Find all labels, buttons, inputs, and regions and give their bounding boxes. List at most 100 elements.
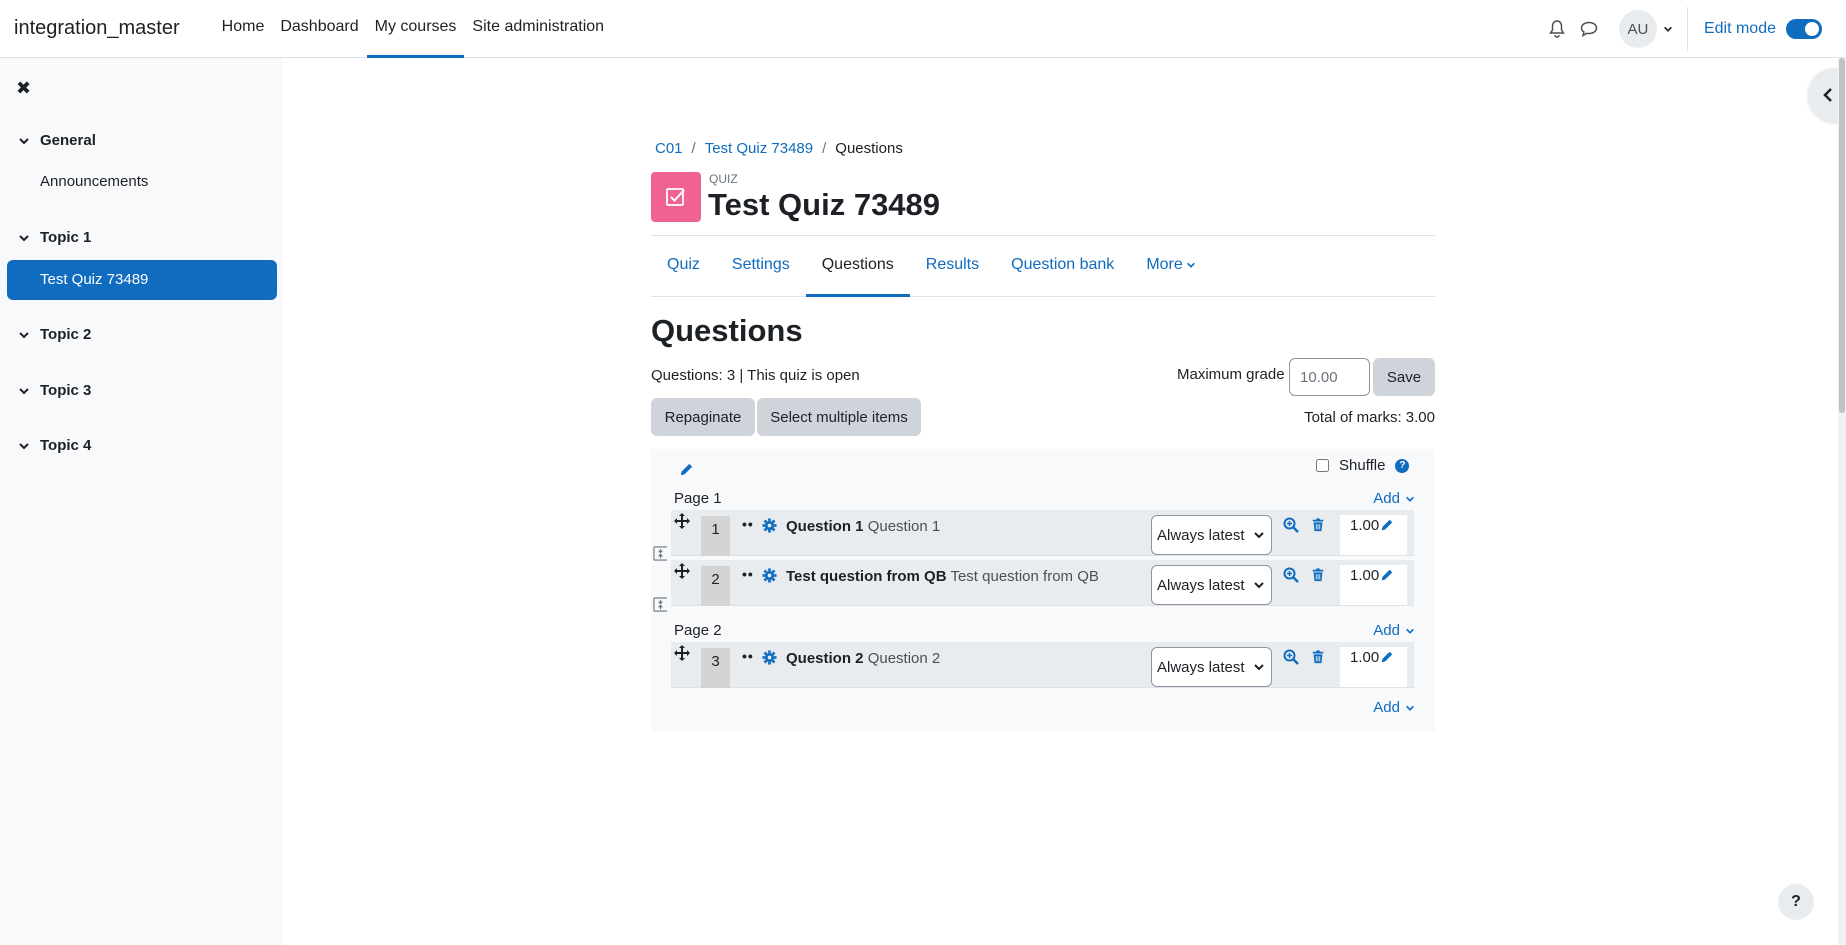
preview-icon[interactable] (1283, 649, 1299, 665)
trash-icon[interactable] (1311, 567, 1325, 583)
navbar-divider (1686, 7, 1688, 51)
gear-icon[interactable] (762, 650, 777, 665)
move-icon[interactable] (674, 563, 690, 579)
question-type-icon: •• (742, 566, 754, 582)
drawer-item-announcements[interactable]: Announcements (40, 173, 148, 190)
help-button[interactable]: ? (1778, 884, 1814, 920)
chevron-down-icon (1253, 529, 1265, 541)
section-label: Topic 1 (40, 229, 92, 246)
add-menu[interactable]: Add (1373, 622, 1415, 639)
trash-icon[interactable] (1311, 517, 1325, 533)
top-navbar: integration_master Home Dashboard My cou… (0, 0, 1846, 58)
chevron-down-icon (1405, 494, 1415, 504)
question-text: Question 2 (867, 650, 941, 667)
select-multiple-button[interactable]: Select multiple items (757, 398, 921, 436)
chevron-down-icon[interactable] (1663, 24, 1673, 34)
repaginate-icon[interactable] (653, 597, 668, 612)
question-name[interactable]: Question 1 Question 1 (786, 518, 940, 535)
shuffle-checkbox[interactable] (1316, 459, 1329, 472)
edit-mode-toggle[interactable] (1786, 19, 1822, 39)
question-version-select[interactable]: Always latest (1151, 515, 1272, 555)
section-label: Topic 3 (40, 382, 92, 399)
section-label: General (40, 132, 96, 149)
course-index-drawer: ✖ General Announcements Topic 1 Test Qui… (0, 58, 283, 945)
gear-icon[interactable] (762, 518, 777, 533)
section-topic-1[interactable]: Topic 1 (18, 229, 91, 246)
tab-question-bank[interactable]: Question bank (995, 236, 1130, 297)
question-title: Test question from QB (786, 568, 947, 585)
breadcrumb: C01 / Test Quiz 73489 / Questions (655, 140, 903, 157)
nav-home[interactable]: Home (214, 0, 273, 58)
page-title: Test Quiz 73489 (708, 187, 941, 222)
gear-icon[interactable] (762, 568, 777, 583)
help-icon[interactable]: ? (1395, 458, 1410, 473)
add-label: Add (1373, 490, 1400, 507)
chevron-down-icon (18, 232, 32, 244)
tab-questions[interactable]: Questions (805, 236, 910, 297)
tab-results[interactable]: Results (910, 236, 995, 297)
preview-icon[interactable] (1283, 517, 1299, 533)
save-button[interactable]: Save (1373, 358, 1435, 396)
nav-my-courses[interactable]: My courses (366, 0, 465, 58)
question-text: Test question from QB (950, 568, 1099, 585)
pencil-icon[interactable] (1380, 650, 1394, 664)
scrollbar-thumb[interactable] (1839, 58, 1845, 413)
tab-quiz[interactable]: Quiz (651, 236, 716, 297)
maximum-grade-input[interactable] (1289, 358, 1370, 396)
section-topic-2[interactable]: Topic 2 (18, 326, 91, 343)
chevron-left-icon (1823, 88, 1832, 102)
question-version-select[interactable]: Always latest (1151, 565, 1272, 605)
question-text: Question 1 (867, 518, 941, 535)
section-topic-4[interactable]: Topic 4 (18, 437, 91, 454)
chat-icon[interactable] (1573, 13, 1605, 45)
preview-icon[interactable] (1283, 567, 1299, 583)
tab-settings[interactable]: Settings (716, 236, 806, 297)
tab-more[interactable]: More (1130, 236, 1211, 297)
question-version-select[interactable]: Always latest (1151, 647, 1272, 687)
question-name[interactable]: Test question from QB Test question from… (786, 568, 1099, 585)
question-row: 3 •• Question 2 Question 2 Always latest… (671, 642, 1414, 688)
question-row: 2 •• Test question from QB Test question… (671, 560, 1414, 606)
section-general[interactable]: General (18, 132, 96, 149)
drawer-item-test-quiz[interactable]: Test Quiz 73489 (7, 260, 277, 300)
add-menu[interactable]: Add (1373, 490, 1415, 507)
repaginate-icon[interactable] (653, 546, 668, 561)
questions-heading: Questions (651, 313, 803, 348)
question-title: Question 1 (786, 518, 864, 535)
question-name[interactable]: Question 2 Question 2 (786, 650, 940, 667)
edit-mode-label[interactable]: Edit mode (1704, 20, 1776, 38)
section-topic-3[interactable]: Topic 3 (18, 382, 91, 399)
question-row: 1 •• Question 1 Question 1 Always latest… (671, 510, 1414, 556)
question-mark-value: 1.00 (1350, 517, 1380, 534)
pencil-icon[interactable] (1380, 568, 1394, 582)
close-icon[interactable]: ✖ (16, 78, 31, 99)
question-mark: 1.00 (1340, 515, 1407, 555)
pencil-icon[interactable] (679, 462, 694, 477)
trash-icon[interactable] (1311, 649, 1325, 665)
page-scrollbar[interactable] (1838, 58, 1846, 945)
page-label: Page 2 (674, 622, 722, 639)
breadcrumb-course[interactable]: C01 (655, 140, 683, 157)
avatar[interactable]: AU (1618, 10, 1657, 48)
secondary-navigation: Quiz Settings Questions Results Question… (651, 235, 1435, 297)
add-label: Add (1373, 622, 1400, 639)
add-label: Add (1373, 699, 1400, 716)
breadcrumb-separator: / (691, 140, 696, 157)
question-number: 3 (701, 648, 730, 688)
breadcrumb-quiz[interactable]: Test Quiz 73489 (705, 140, 813, 157)
repaginate-button[interactable]: Repaginate (651, 398, 755, 436)
chevron-down-icon (1405, 703, 1415, 713)
pencil-icon[interactable] (1380, 518, 1394, 532)
question-version-value: Always latest (1157, 526, 1245, 544)
primary-navigation: Home Dashboard My courses Site administr… (214, 0, 612, 58)
bell-icon[interactable] (1541, 13, 1573, 45)
question-type-icon: •• (742, 648, 754, 664)
nav-site-administration[interactable]: Site administration (464, 0, 612, 58)
nav-dashboard[interactable]: Dashboard (272, 0, 366, 58)
move-icon[interactable] (674, 645, 690, 661)
quiz-status-info: Questions: 3 | This quiz is open (651, 367, 860, 384)
site-brand[interactable]: integration_master (14, 17, 180, 40)
move-icon[interactable] (674, 513, 690, 529)
add-menu[interactable]: Add (1373, 699, 1415, 716)
quiz-edit-area: Shuffle ? Page 1 Add 1 •• Question 1 Que… (651, 449, 1435, 731)
